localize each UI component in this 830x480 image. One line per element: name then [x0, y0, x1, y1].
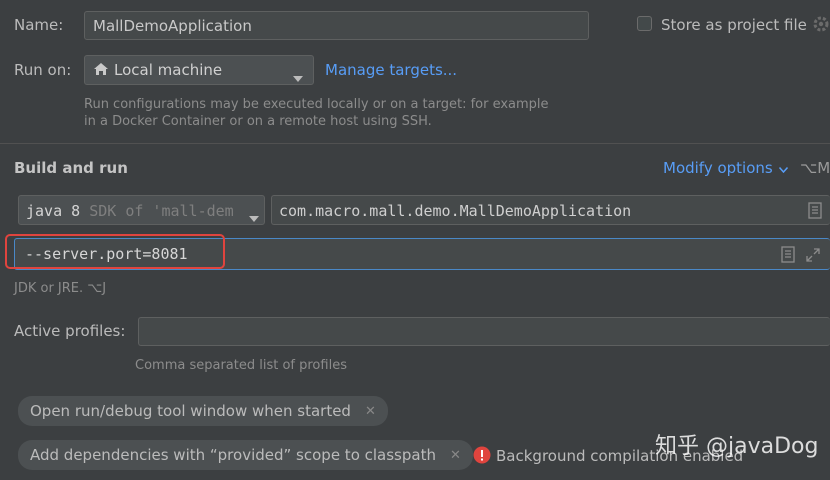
store-as-project-label: Store as project file — [661, 16, 807, 34]
document-icon[interactable] — [808, 202, 822, 223]
gear-icon[interactable] — [812, 14, 830, 38]
sdk-dropdown[interactable]: java 8 SDK of 'mall-dem — [18, 195, 265, 225]
add-dependencies-chip[interactable]: Add dependencies with “provided” scope t… — [18, 440, 473, 470]
divider — [0, 143, 830, 144]
close-icon[interactable]: ✕ — [450, 448, 461, 463]
run-on-hint-line1: Run configurations may be executed local… — [84, 97, 549, 112]
name-label: Name: — [14, 16, 64, 34]
document-icon[interactable] — [781, 246, 795, 267]
main-class-value: com.macro.mall.demo.MallDemoApplication — [279, 202, 632, 220]
modify-options-shortcut: ⌥M — [800, 159, 830, 177]
name-input[interactable]: MallDemoApplication — [84, 11, 589, 40]
modify-options-button[interactable]: Modify options — [663, 159, 788, 177]
active-profiles-hint: Comma separated list of profiles — [135, 358, 347, 373]
error-icon — [473, 446, 491, 468]
run-on-value: Local machine — [114, 61, 223, 79]
run-on-hint-line2: in a Docker Container or on a remote hos… — [84, 114, 432, 129]
open-tool-window-chip[interactable]: Open run/debug tool window when started … — [18, 396, 388, 426]
sdk-java-version: java 8 — [26, 202, 81, 220]
build-and-run-title: Build and run — [14, 159, 128, 177]
watermark: 知乎 @javaDog — [655, 434, 819, 459]
chevron-down-icon — [246, 208, 259, 224]
run-on-label: Run on: — [14, 61, 72, 79]
chevron-down-icon — [778, 159, 788, 177]
sdk-module-label: SDK of 'mall-dem — [89, 202, 234, 220]
home-icon — [93, 62, 109, 80]
open-tool-window-label: Open run/debug tool window when started — [30, 402, 351, 420]
expand-icon[interactable] — [805, 247, 821, 267]
manage-targets-link[interactable]: Manage targets... — [325, 61, 457, 79]
add-dependencies-label: Add dependencies with “provided” scope t… — [30, 446, 436, 464]
highlight-box — [5, 234, 225, 269]
run-on-dropdown[interactable]: Local machine — [84, 55, 314, 85]
name-input-value: MallDemoApplication — [93, 17, 252, 35]
jdk-hint: JDK or JRE. ⌥J — [14, 281, 107, 296]
main-class-input[interactable]: com.macro.mall.demo.MallDemoApplication — [271, 195, 830, 225]
chevron-down-icon — [293, 68, 303, 86]
store-as-project-checkbox[interactable] — [637, 16, 652, 31]
modify-options-label: Modify options — [663, 159, 773, 177]
active-profiles-input[interactable] — [138, 317, 830, 346]
close-icon[interactable]: ✕ — [365, 404, 376, 419]
active-profiles-label: Active profiles: — [14, 322, 126, 340]
